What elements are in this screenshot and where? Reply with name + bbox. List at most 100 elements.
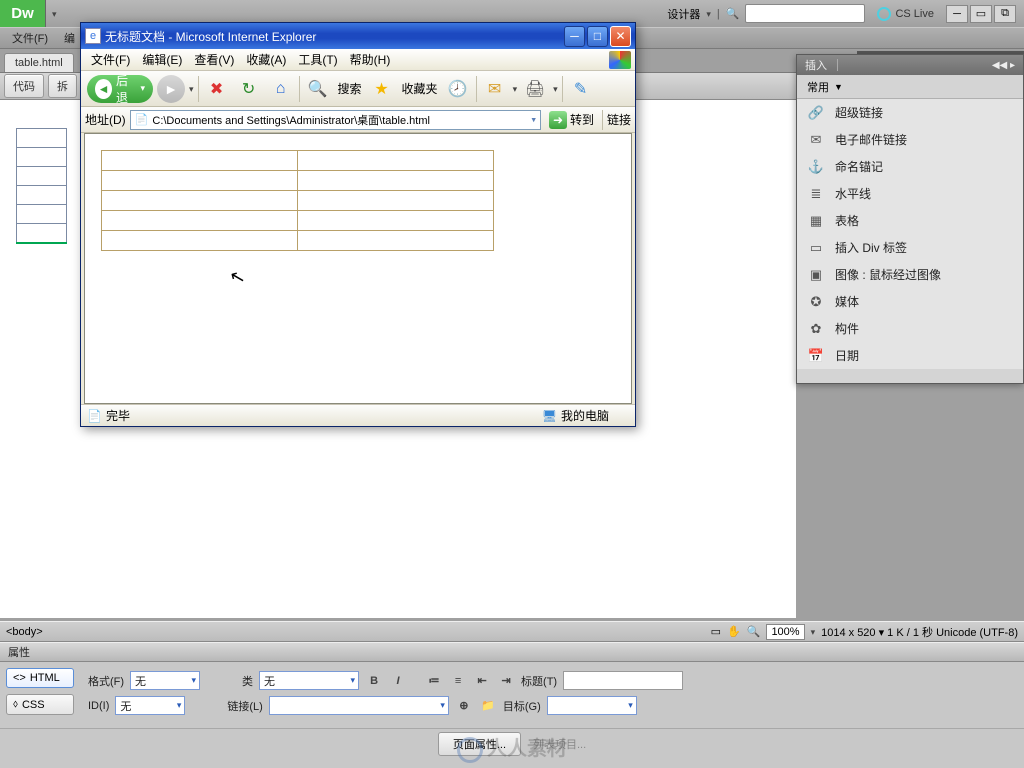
insert-item-0[interactable]: 🔗超级链接	[797, 99, 1023, 126]
restore-button[interactable]: ▭	[970, 5, 992, 23]
rendered-table	[101, 150, 494, 251]
menu-edit[interactable]: 编	[56, 30, 83, 46]
address-label: 地址(D)	[85, 111, 126, 128]
insert-item-icon: ▭	[807, 240, 825, 256]
ie-menu-help[interactable]: 帮助(H)	[344, 51, 397, 68]
link-label: 链接(L)	[227, 698, 262, 714]
insert-item-1[interactable]: ✉ 电子邮件链接	[797, 126, 1023, 153]
insert-panel: 插入 ◀◀ ▸ 常用 ▼ 🔗超级链接 ✉ 电子邮件链接 ⚓命名锚记 ≣ 水平线 ▦表格▭插入…	[796, 54, 1024, 384]
insert-item-icon: ≣	[807, 186, 825, 202]
ol-button[interactable]: ≡	[449, 672, 467, 690]
ie-home-button[interactable]: ⌂	[267, 75, 295, 103]
minimize-button[interactable]: ─	[946, 5, 968, 23]
ie-menu-fav[interactable]: 收藏(A)	[240, 51, 292, 68]
insert-item-4[interactable]: ▦表格	[797, 207, 1023, 234]
ie-maximize-button[interactable]: □	[587, 26, 608, 47]
insert-item-8[interactable]: ✿构件	[797, 315, 1023, 342]
insert-list: 🔗超级链接 ✉ 电子邮件链接 ⚓命名锚记 ≣ 水平线 ▦表格▭插入 Div 标签▣图像 : …	[797, 99, 1023, 369]
dw-table[interactable]	[16, 128, 67, 244]
insert-item-label: 电子邮件链接	[835, 131, 907, 148]
ie-title-text: 无标题文档 - Microsoft Internet Explorer	[105, 28, 316, 45]
search-icon[interactable]: 🔍	[726, 7, 740, 20]
ie-history-button[interactable]: 🕗	[444, 75, 472, 103]
insert-panel-header[interactable]: 插入 ◀◀ ▸	[797, 55, 1023, 75]
panel-collapse-icon[interactable]: ◀◀ ▸	[992, 60, 1015, 71]
ie-print-button[interactable]: 🖨	[521, 75, 549, 103]
zoom-level[interactable]: 100%	[766, 624, 804, 640]
format-select[interactable]: 无	[130, 671, 200, 690]
ie-window: e 无标题文档 - Microsoft Internet Explorer ─ …	[80, 22, 636, 427]
insert-item-label: 命名锚记	[835, 158, 883, 175]
insert-item-icon: ▦	[807, 213, 825, 229]
ie-forward-button[interactable]: ►	[157, 75, 185, 103]
ie-search-icon[interactable]: 🔍	[304, 75, 332, 103]
zoom-tool-icon[interactable]: 🔍	[747, 625, 761, 638]
ie-viewport[interactable]	[84, 133, 632, 404]
hand-tool-icon[interactable]: ✋	[727, 625, 741, 638]
class-select[interactable]: 无	[259, 671, 359, 690]
ie-mail-button[interactable]: ✉	[481, 75, 509, 103]
ie-refresh-button[interactable]: ↻	[235, 75, 263, 103]
search-input[interactable]	[745, 4, 865, 23]
dw-logo: Dw	[0, 0, 46, 27]
layout-switcher[interactable]: 设计器	[667, 6, 700, 22]
ie-titlebar[interactable]: e 无标题文档 - Microsoft Internet Explorer ─ …	[81, 23, 635, 49]
outdent-button[interactable]: ⇤	[473, 672, 491, 690]
file-tab[interactable]: table.html	[4, 53, 74, 72]
panel-button[interactable]: ⧉	[994, 5, 1016, 23]
insert-item-icon: ✉	[807, 132, 825, 148]
ie-menu-file[interactable]: 文件(F)	[85, 51, 136, 68]
ie-search-label[interactable]: 搜索	[336, 80, 364, 97]
menu-file[interactable]: 文件(F)	[4, 30, 56, 46]
ie-go-button[interactable]: ➜转到	[545, 111, 598, 129]
insert-item-7[interactable]: ✪媒体	[797, 288, 1023, 315]
select-tool-icon[interactable]: ▭	[711, 625, 721, 638]
chevron-down-icon	[553, 83, 558, 95]
insert-item-5[interactable]: ▭插入 Div 标签	[797, 234, 1023, 261]
cslive-button[interactable]: CS Live	[871, 7, 940, 21]
link-select[interactable]	[269, 696, 449, 715]
ie-menu-edit[interactable]: 编辑(E)	[136, 51, 188, 68]
properties-panel: 属性 <>HTML ⬨CSS 格式(F) 无 类 无 B I ≔ ≡ ⇤ ⇥ 标…	[0, 642, 1024, 768]
ie-minimize-button[interactable]: ─	[564, 26, 585, 47]
ie-back-button[interactable]: ◄后退▾	[87, 75, 153, 103]
indent-button[interactable]: ⇥	[497, 672, 515, 690]
ie-edit-button[interactable]: ✎	[567, 75, 595, 103]
insert-item-label: 图像 : 鼠标经过图像	[835, 266, 941, 283]
address-input[interactable]: 📄C:\Documents and Settings\Administrator…	[130, 110, 541, 130]
insert-item-3[interactable]: ≣ 水平线	[797, 180, 1023, 207]
ie-address-bar: 地址(D) 📄C:\Documents and Settings\Adminis…	[81, 107, 635, 133]
point-to-file-icon[interactable]: ⊕	[455, 697, 473, 715]
ie-menu-tools[interactable]: 工具(T)	[292, 51, 343, 68]
properties-title[interactable]: 属性	[0, 642, 1024, 662]
italic-button[interactable]: I	[389, 672, 407, 690]
insert-item-label: 水平线	[835, 185, 871, 202]
format-label: 格式(F)	[88, 673, 124, 689]
insert-item-6[interactable]: ▣图像 : 鼠标经过图像	[797, 261, 1023, 288]
insert-item-9[interactable]: 📅日期	[797, 342, 1023, 369]
insert-item-label: 媒体	[835, 293, 859, 310]
prop-mode-css[interactable]: ⬨CSS	[6, 694, 74, 715]
ie-toolbar: ◄后退▾ ► ✖ ↻ ⌂ 🔍搜索 ★收藏夹 🕗 ✉ 🖨 ✎	[81, 71, 635, 107]
ie-menu-view[interactable]: 查看(V)	[188, 51, 240, 68]
app-layout-dropdown[interactable]	[46, 8, 63, 20]
prop-mode-html[interactable]: <>HTML	[6, 668, 74, 688]
ul-button[interactable]: ≔	[425, 672, 443, 690]
view-split-button[interactable]: 拆	[48, 74, 77, 98]
ie-favorites-label[interactable]: 收藏夹	[400, 80, 440, 97]
ie-favorites-icon[interactable]: ★	[368, 75, 396, 103]
ie-stop-button[interactable]: ✖	[203, 75, 231, 103]
tag-selector[interactable]: <body>	[6, 626, 43, 638]
browse-file-icon[interactable]: 📁	[479, 697, 497, 715]
insert-item-label: 日期	[835, 347, 859, 364]
target-select[interactable]	[547, 696, 637, 715]
view-code-button[interactable]: 代码	[4, 74, 44, 98]
bold-button[interactable]: B	[365, 672, 383, 690]
ie-links-label[interactable]: 链接	[607, 111, 631, 128]
insert-item-2[interactable]: ⚓命名锚记	[797, 153, 1023, 180]
ie-close-button[interactable]: ✕	[610, 26, 631, 47]
class-label: 类	[242, 673, 253, 689]
title-input[interactable]	[563, 671, 683, 690]
id-select[interactable]: 无	[115, 696, 185, 715]
insert-category[interactable]: 常用 ▼	[797, 75, 1023, 99]
